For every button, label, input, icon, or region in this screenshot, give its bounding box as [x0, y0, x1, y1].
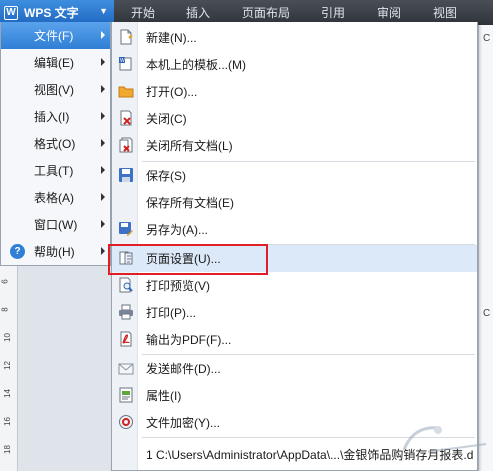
open-folder-icon: [118, 86, 134, 98]
menu-item-label: 打印预览(V): [146, 279, 210, 293]
help-icon: ?: [10, 244, 25, 259]
menu-item-send-mail[interactable]: 发送邮件(D)...: [112, 355, 477, 382]
submenu-arrow-icon: [101, 247, 105, 255]
submenu-arrow-icon: [101, 166, 105, 174]
print-icon: [119, 304, 133, 320]
pdf-export-icon: [120, 331, 132, 347]
save-icon: [119, 168, 133, 182]
menu-item-new[interactable]: 新建(N)...: [112, 24, 477, 51]
menu-item-label: 输出为PDF(F)...: [146, 333, 232, 347]
side-menu-letter: C: [483, 33, 491, 44]
svg-text:W: W: [120, 58, 125, 64]
menu-view[interactable]: 视图(V): [1, 76, 110, 103]
ruler-number: 12: [2, 361, 12, 370]
menu-item-open[interactable]: 打开(O)...: [112, 78, 477, 105]
menu-item-label: 窗口(W): [34, 218, 78, 232]
ruler-number: 18: [2, 445, 12, 454]
ruler-number: 8: [0, 307, 10, 312]
menu-item-save[interactable]: 保存(S): [112, 162, 477, 189]
menu-file[interactable]: 文件(F): [1, 22, 110, 49]
ruler-number: 16: [2, 417, 12, 426]
chevron-down-icon: ▼: [99, 6, 108, 16]
menu-item-label: 表格(A): [34, 191, 74, 205]
menu-item-label: 本机上的模板...(M): [146, 58, 246, 72]
new-document-icon: [120, 29, 133, 45]
menu-item-label: 视图(V): [34, 83, 74, 97]
menu-item-properties[interactable]: 属性(I): [112, 382, 477, 409]
menu-item-label: 打开(O)...: [146, 85, 198, 99]
menu-item-label: 格式(O): [34, 137, 76, 151]
menu-item-label: 保存(S): [146, 169, 186, 183]
menu-item-label: 发送邮件(D)...: [146, 362, 221, 376]
submenu-arrow-icon: [101, 220, 105, 228]
menu-item-template[interactable]: W 本机上的模板...(M): [112, 51, 477, 78]
menu-window[interactable]: 窗口(W): [1, 211, 110, 238]
ruler-number: 14: [2, 389, 12, 398]
main-menu: 文件(F) 编辑(E) 视图(V) 插入(I) 格式(O) 工具(T) 表格(A…: [0, 22, 111, 266]
menu-item-label: 属性(I): [146, 389, 182, 403]
close-document-icon: [120, 110, 132, 126]
menu-tools[interactable]: 工具(T): [1, 157, 110, 184]
partial-side-menu: C C: [478, 25, 493, 471]
close-all-documents-icon: [119, 137, 133, 153]
submenu-arrow-icon: [101, 31, 105, 39]
highlight-annotation-box: [108, 244, 268, 275]
menu-item-label: 工具(T): [34, 164, 74, 178]
menu-item-label: 文件(F): [34, 29, 74, 43]
menu-item-label: 关闭所有文档(L): [146, 139, 233, 153]
menu-item-save-as[interactable]: 另存为(A)...: [112, 216, 477, 243]
menu-item-label: 关闭(C): [146, 112, 187, 126]
side-menu-letter: C: [483, 308, 491, 319]
watermark-logo: [402, 426, 487, 453]
wps-logo-icon: W: [4, 5, 18, 20]
menu-item-close-all[interactable]: 关闭所有文档(L): [112, 132, 477, 159]
template-icon: W: [119, 57, 132, 71]
ruler-number: 10: [2, 333, 12, 342]
menu-item-save-all[interactable]: 保存所有文档(E): [112, 189, 477, 216]
menu-item-label: 打印(P)...: [146, 306, 196, 320]
menu-item-export-pdf[interactable]: 输出为PDF(F)...: [112, 326, 477, 353]
menu-item-print[interactable]: 打印(P)...: [112, 299, 477, 326]
menu-item-label: 编辑(E): [34, 56, 74, 70]
menu-edit[interactable]: 编辑(E): [1, 49, 110, 76]
menu-insert[interactable]: 插入(I): [1, 103, 110, 130]
submenu-arrow-icon: [101, 139, 105, 147]
mail-icon: [118, 363, 134, 375]
submenu-arrow-icon: [101, 112, 105, 120]
menu-item-print-preview[interactable]: 打印预览(V): [112, 272, 477, 299]
encrypt-icon: [119, 415, 133, 429]
menu-item-label: 文件加密(Y)...: [146, 416, 220, 430]
menu-item-label: 保存所有文档(E): [146, 196, 234, 210]
submenu-arrow-icon: [101, 85, 105, 93]
menu-item-label: 新建(N)...: [146, 31, 197, 45]
menu-table[interactable]: 表格(A): [1, 184, 110, 211]
submenu-arrow-icon: [101, 193, 105, 201]
menu-item-close[interactable]: 关闭(C): [112, 105, 477, 132]
print-preview-icon: [119, 277, 133, 293]
save-as-icon: [119, 222, 133, 236]
menu-help[interactable]: ? 帮助(H): [1, 238, 110, 265]
properties-icon: [119, 387, 133, 403]
ruler-number: 6: [0, 279, 10, 284]
vertical-ruler: 6 8 10 12 14 16 18: [0, 265, 18, 471]
submenu-arrow-icon: [101, 58, 105, 66]
menu-format[interactable]: 格式(O): [1, 130, 110, 157]
menu-item-label: 另存为(A)...: [146, 223, 208, 237]
app-title: WPS 文字: [24, 6, 79, 20]
menu-item-label: 插入(I): [34, 110, 70, 124]
menu-item-label: 帮助(H): [34, 245, 75, 259]
